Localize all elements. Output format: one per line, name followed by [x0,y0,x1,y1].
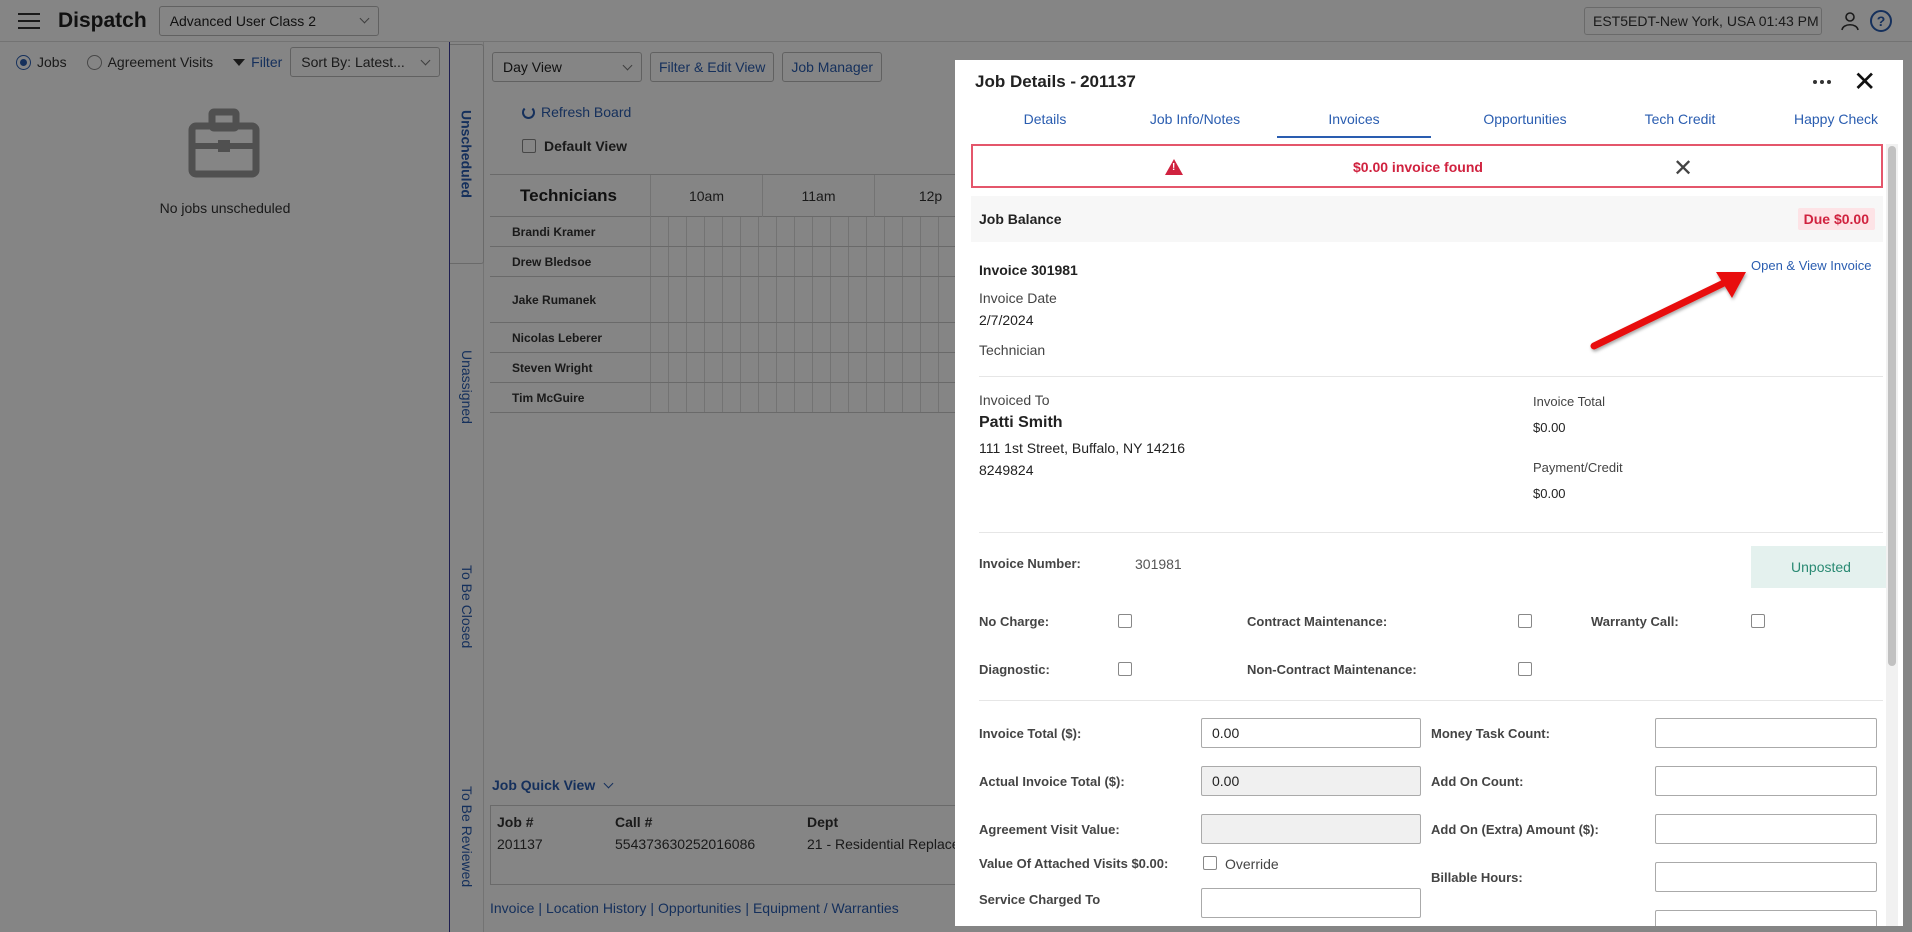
money-task-count-text: Money Task Count [1431,726,1546,741]
contract-maintenance-label: Contract Maintenance: [1247,614,1388,629]
warranty-call-label: Warranty Call: [1591,614,1679,629]
tab-tech-credit[interactable]: Tech Credit [1625,108,1735,138]
money-task-count-label: Money Task Count: [1431,726,1550,741]
divider [979,532,1883,533]
diagnostic-checkbox[interactable] [1118,662,1132,676]
payment-credit-label: Payment/Credit [1533,460,1623,475]
service-charged-input[interactable] [1201,888,1421,918]
add-on-count-text: Add On Count [1431,774,1520,789]
agreement-visit-value-label: Agreement Visit Value: [979,822,1120,837]
contract-maintenance-checkbox[interactable] [1518,614,1532,628]
actual-invoice-total-text: Actual Invoice Total ($) [979,774,1121,789]
tab-details[interactable]: Details [1005,108,1085,138]
close-icon[interactable]: ✕ [1853,68,1876,96]
modal-job-number: 201137 [1080,72,1136,91]
tab-invoices[interactable]: Invoices [1277,108,1431,138]
modal-title-text: Job Details - [975,72,1077,91]
non-contract-maintenance-text: Non-Contract Maintenance [1247,662,1413,677]
job-balance-bar: Job Balance Due $0.00 [971,196,1883,242]
invoice-heading: Invoice 301981 [979,262,1078,278]
add-on-count-label: Add On Count: [1431,774,1524,789]
invoice-date-label: Invoice Date [979,290,1057,306]
tab-job-info-notes[interactable]: Job Info/Notes [1135,108,1255,138]
customer-name: Patti Smith [979,414,1063,431]
warning-icon [1165,159,1183,175]
status-badge: Unposted [1751,546,1887,588]
invoice-number-value: 301981 [1135,556,1182,572]
attached-visits-text: Value Of Attached Visits $0.00 [979,856,1164,871]
due-badge: Due $0.00 [1797,208,1875,230]
add-on-count-input[interactable] [1655,766,1877,796]
modal-tabs: Details Job Info/Notes Invoices Opportun… [955,108,1903,138]
divider [979,376,1883,377]
invoice-total-value: $0.00 [1533,420,1566,435]
invoice-total-label: Invoice Total [1533,394,1606,409]
more-options-icon[interactable] [1813,80,1831,84]
add-on-amount-input[interactable] [1655,814,1877,844]
invoice-number-label: Invoice Number: [979,556,1081,571]
modal-title: Job Details -201137 [971,72,1136,92]
service-charged-label: Service Charged To [979,892,1101,907]
invoice-alert: $0.00 invoice found ✕ [971,144,1883,188]
invoice-total-field-text: Invoice Total ($) [979,726,1077,741]
job-balance-label: Job Balance [979,211,1062,227]
billable-hours-label: Billable Hours: [1431,870,1523,885]
contract-maintenance-text: Contract Maintenance [1247,614,1383,629]
no-charge-checkbox[interactable] [1118,614,1132,628]
job-details-modal: Job Details -201137 ✕ Details Job Info/N… [955,60,1903,926]
billable-hours-text: Billable Hours [1431,870,1519,885]
annotation-arrow-icon [1590,272,1746,350]
attached-visits-label: Value Of Attached Visits $0.00: [979,856,1169,871]
non-contract-maintenance-checkbox[interactable] [1518,662,1532,676]
add-on-amount-label: Add On (Extra) Amount ($): [1431,822,1599,837]
scroll-thumb[interactable] [1888,146,1896,666]
diagnostic-label: Diagnostic: [979,662,1050,677]
tab-happy-check[interactable]: Happy Check [1781,108,1891,138]
add-on-amount-text: Add On (Extra) Amount ($) [1431,822,1595,837]
override-checkbox[interactable] [1203,856,1217,870]
money-task-count-input[interactable] [1655,718,1877,748]
invoice-total-input[interactable]: 0.00 [1201,718,1421,748]
invoiced-to-label: Invoiced To [979,392,1050,408]
payment-credit-value: $0.00 [1533,486,1566,501]
billable-hours-input[interactable] [1655,862,1877,892]
additional-input[interactable] [1655,910,1877,926]
non-contract-maintenance-label: Non-Contract Maintenance: [1247,662,1417,677]
diagnostic-text: Diagnostic [979,662,1046,677]
customer-phone: 8249824 [979,462,1034,478]
invoice-total-field-label: Invoice Total ($): [979,726,1082,741]
agreement-visit-value-input[interactable] [1201,814,1421,844]
tab-opportunities[interactable]: Opportunities [1465,108,1585,138]
open-view-invoice-link[interactable]: Open & View Invoice [1751,258,1871,273]
customer-address: 111 1st Street, Buffalo, NY 14216 [979,440,1185,456]
technician-label: Technician [979,342,1046,358]
invoice-number-label-text: Invoice Number [979,556,1077,571]
agreement-visit-value-text: Agreement Visit Value [979,822,1116,837]
invoice-date-value: 2/7/2024 [979,312,1034,328]
divider [979,700,1883,701]
warranty-call-text: Warranty Call [1591,614,1675,629]
no-charge-text: No Charge [979,614,1045,629]
alert-close-icon[interactable]: ✕ [1673,154,1693,183]
no-charge-label: No Charge: [979,614,1050,629]
warranty-call-checkbox[interactable] [1751,614,1765,628]
alert-text: $0.00 invoice found [1353,159,1483,175]
override-label: Override [1225,856,1279,872]
modal-scrollbar[interactable] [1886,144,1898,926]
actual-invoice-total-input[interactable]: 0.00 [1201,766,1421,796]
actual-invoice-total-label: Actual Invoice Total ($): [979,774,1125,789]
